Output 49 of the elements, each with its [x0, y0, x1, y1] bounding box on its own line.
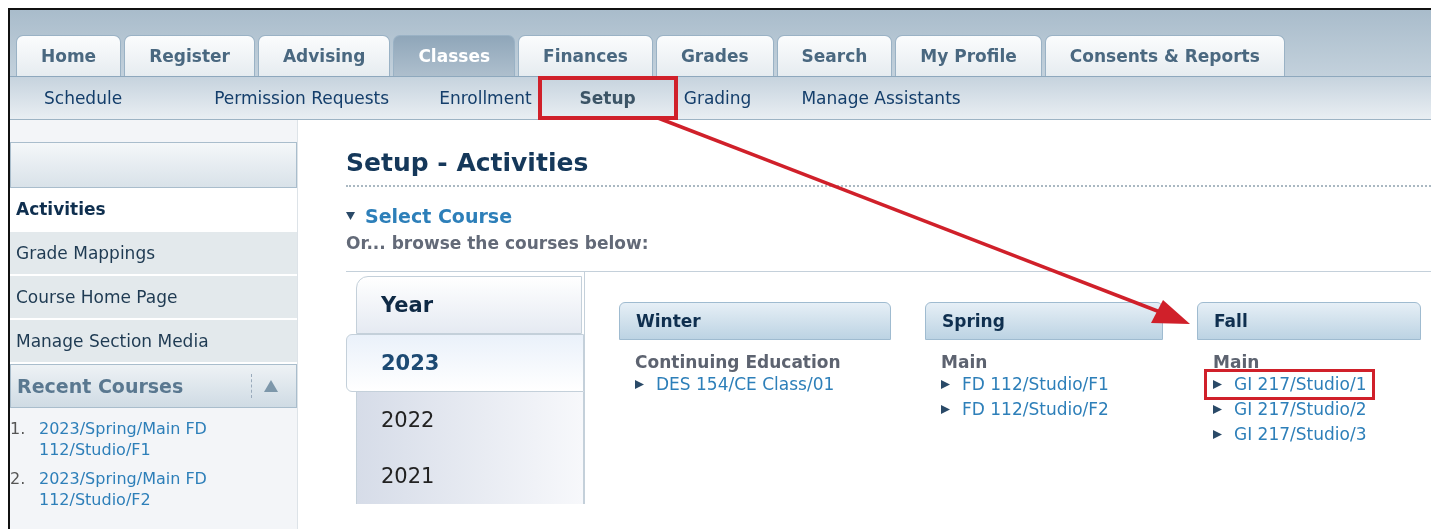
recent-courses-title: Recent Courses: [17, 375, 184, 397]
course-link[interactable]: DES 154/CE Class/01: [635, 372, 835, 397]
nav-tab[interactable]: Finances: [518, 35, 653, 76]
bullet-icon: [941, 405, 950, 414]
campus-label: Main: [1213, 352, 1261, 372]
subnav-link[interactable]: Schedule: [34, 82, 133, 114]
nav-tab[interactable]: Home: [16, 35, 122, 76]
nav-tab[interactable]: Search: [776, 35, 893, 76]
bullet-icon: [635, 380, 644, 389]
list-number: 1.: [10, 418, 27, 440]
subnav-link[interactable]: Manage Assistants: [791, 82, 971, 114]
year-tab[interactable]: 2022: [356, 392, 584, 448]
campus-label: Continuing Education: [635, 352, 842, 372]
nav-tab[interactable]: Register: [124, 35, 255, 76]
year-heading: Year: [356, 276, 582, 334]
browse-hint: Or... browse the courses below:: [346, 233, 650, 253]
subnav-link[interactable]: Enrollment: [429, 82, 542, 114]
recent-course-link[interactable]: 2023/Spring/Main FD 112/Studio/F1: [39, 418, 297, 460]
nav-tab[interactable]: Grades: [655, 35, 774, 76]
recent-course-link[interactable]: 2023/Spring/Main FD 112/Studio/F2: [39, 468, 297, 510]
bullet-icon: [1213, 405, 1222, 414]
nav-tab[interactable]: Advising: [257, 35, 391, 76]
sidebar-item[interactable]: Activities: [10, 188, 297, 232]
bullet-icon: [1213, 380, 1222, 389]
course-link[interactable]: FD 112/Studio/F1: [941, 372, 1109, 397]
nav-tab[interactable]: Consents & Reports: [1044, 35, 1285, 76]
list-number: 2.: [10, 468, 27, 490]
sidebar-item[interactable]: Grade Mappings: [10, 232, 297, 276]
sidebar-item[interactable]: Manage Section Media: [10, 320, 297, 364]
year-tab[interactable]: 2021: [356, 448, 584, 504]
term-header: Fall: [1197, 302, 1421, 340]
nav-tab[interactable]: My Profile: [895, 35, 1042, 76]
term-header: Spring: [925, 302, 1163, 340]
subnav-link[interactable]: Permission Requests: [204, 82, 400, 114]
collapse-caret-icon[interactable]: [264, 380, 278, 392]
select-course-toggle[interactable]: Select Course: [346, 205, 1431, 227]
course-link[interactable]: GI 217/Studio/3: [1213, 422, 1367, 447]
campus-label: Main: [941, 352, 989, 372]
course-link[interactable]: GI 217/Studio/2: [1213, 397, 1367, 422]
sidebar-item[interactable]: Course Home Page: [10, 276, 297, 320]
page-title: Setup - Activities: [346, 148, 1431, 187]
caret-icon: [346, 211, 355, 221]
course-link[interactable]: GI 217/Studio/1: [1207, 372, 1373, 397]
bullet-icon: [1213, 430, 1222, 439]
subnav-link[interactable]: Grading: [673, 82, 762, 114]
bullet-icon: [941, 380, 950, 389]
year-tab[interactable]: 2023: [346, 334, 584, 392]
term-header: Winter: [619, 302, 891, 340]
course-link[interactable]: FD 112/Studio/F2: [941, 397, 1109, 422]
